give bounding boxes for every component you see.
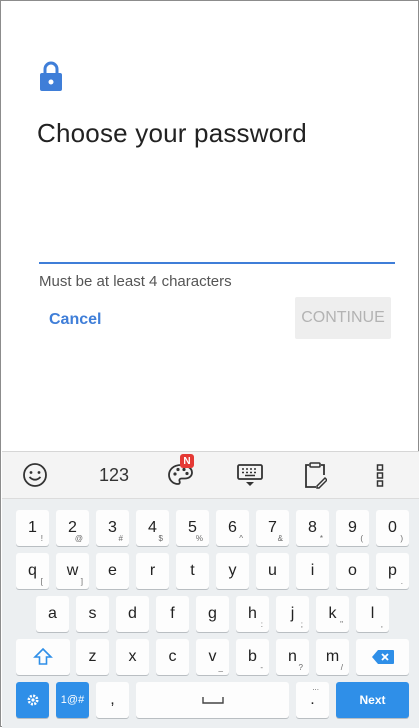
key-8[interactable]: 8 *: [296, 510, 329, 546]
key-v[interactable]: v _: [196, 639, 229, 675]
lock-icon: [40, 61, 62, 91]
more-vertical-icon[interactable]: [370, 460, 390, 490]
symbols-key[interactable]: 1@#: [56, 682, 89, 718]
key-g[interactable]: g: [196, 596, 229, 632]
key-5[interactable]: 5%: [176, 510, 209, 546]
key-k[interactable]: k ": [316, 596, 349, 632]
key-n[interactable]: n?: [276, 639, 309, 675]
key-i[interactable]: i: [296, 553, 329, 589]
cancel-button[interactable]: Cancel: [49, 311, 101, 329]
key-4[interactable]: 4 $: [136, 510, 169, 546]
numbers-toggle[interactable]: 123: [94, 460, 134, 490]
key-s[interactable]: s: [76, 596, 109, 632]
key-p[interactable]: p.: [376, 553, 409, 589]
emoji-icon[interactable]: [20, 460, 50, 490]
key-e[interactable]: e: [96, 553, 129, 589]
key-h[interactable]: h:: [236, 596, 269, 632]
key-3[interactable]: 3 #: [96, 510, 129, 546]
password-input[interactable]: [39, 230, 395, 264]
clipboard-icon[interactable]: [300, 460, 330, 490]
gear-icon: [27, 694, 38, 706]
key-z[interactable]: z: [76, 639, 109, 675]
key-o[interactable]: o: [336, 553, 369, 589]
screen-frame: Choose your password Must be at least 4 …: [0, 0, 419, 728]
key-c[interactable]: c: [156, 639, 189, 675]
key-q[interactable]: q[: [16, 553, 49, 589]
key-x[interactable]: x: [116, 639, 149, 675]
palette-icon[interactable]: N: [164, 454, 198, 490]
key-b[interactable]: b-: [236, 639, 269, 675]
shift-key[interactable]: [16, 639, 70, 675]
space-bar-icon: [201, 697, 224, 704]
key-u[interactable]: u: [256, 553, 289, 589]
key-f[interactable]: f: [156, 596, 189, 632]
key-j[interactable]: j;: [276, 596, 309, 632]
password-hint: Must be at least 4 characters: [39, 273, 232, 290]
key-t[interactable]: t: [176, 553, 209, 589]
key-l[interactable]: l,: [356, 596, 389, 632]
key-r[interactable]: r: [136, 553, 169, 589]
comma-key[interactable]: ,: [96, 682, 129, 718]
page-title: Choose your password: [37, 118, 307, 148]
key-d[interactable]: d: [116, 596, 149, 632]
keyboard-hide-icon[interactable]: [234, 460, 266, 490]
key-1[interactable]: 1!: [16, 510, 49, 546]
key-2[interactable]: 2 @: [56, 510, 89, 546]
key-a[interactable]: a: [36, 596, 69, 632]
backspace-key[interactable]: [356, 639, 409, 675]
key-7[interactable]: 7 &: [256, 510, 289, 546]
on-screen-keyboard: 123 N 1 ! 2 @ 3 # 4 $ 5 % 6 ^ 7 & 8 * 9 …: [2, 451, 419, 728]
key-0[interactable]: 0): [376, 510, 409, 546]
space-key[interactable]: [136, 682, 289, 718]
shift-icon: [33, 647, 53, 665]
key-9[interactable]: 9(: [336, 510, 369, 546]
continue-button[interactable]: CONTINUE: [295, 297, 391, 339]
key-y[interactable]: y: [216, 553, 249, 589]
keyboard-toolbar: 123 N: [2, 452, 419, 499]
next-key[interactable]: Next: [336, 682, 409, 718]
key-m[interactable]: m /: [316, 639, 349, 675]
theme-badge: N: [180, 454, 194, 468]
key-w[interactable]: w]: [56, 553, 89, 589]
key-6[interactable]: 6 ^: [216, 510, 249, 546]
period-key[interactable]: . ...: [296, 682, 329, 718]
backspace-icon: [371, 650, 394, 664]
settings-key[interactable]: [16, 682, 49, 718]
